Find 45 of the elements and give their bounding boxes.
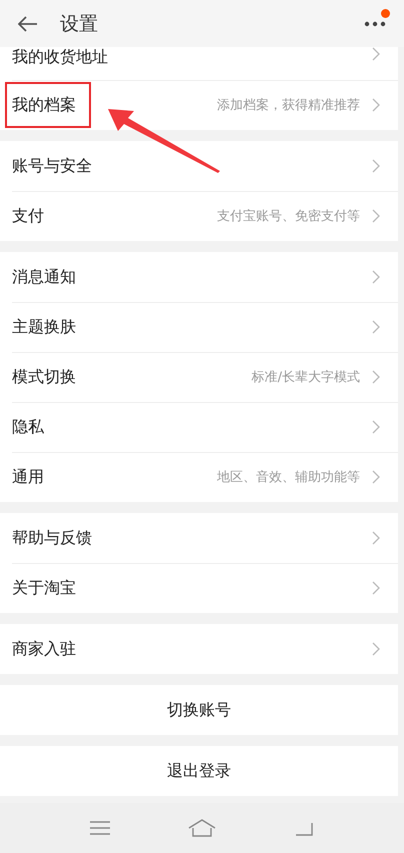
settings-row[interactable]: 帮助与反馈 xyxy=(0,513,398,563)
settings-row[interactable]: 通用 地区、音效、辅助功能等 xyxy=(0,452,398,502)
settings-row[interactable]: 关于淘宝 xyxy=(0,563,398,613)
settings-row[interactable]: 我的收货地址 xyxy=(0,47,398,80)
settings-row[interactable]: 我的档案 添加档案，获得精准推荐 xyxy=(0,80,398,130)
row-label: 关于淘宝 xyxy=(12,578,76,598)
chevron-icon xyxy=(372,581,380,595)
settings-row[interactable]: 消息通知 xyxy=(0,252,398,302)
menu-icon[interactable] xyxy=(90,821,110,835)
chevron-icon xyxy=(372,47,380,61)
chevron-icon xyxy=(372,98,380,112)
row-hint: 支付宝账号、免密支付等 xyxy=(217,208,360,225)
settings-row[interactable]: 主题换肤 xyxy=(0,302,398,352)
settings-row[interactable]: 隐私 xyxy=(0,402,398,452)
row-label: 商家入驻 xyxy=(12,638,76,660)
home-icon[interactable] xyxy=(188,819,216,837)
row-label: 帮助与反馈 xyxy=(12,528,92,548)
row-hint: 地区、音效、辅助功能等 xyxy=(217,469,360,486)
chevron-icon xyxy=(372,531,380,545)
chevron-icon xyxy=(372,642,380,656)
back-arrow-icon[interactable] xyxy=(18,16,38,32)
row-label: 消息通知 xyxy=(12,266,76,288)
chevron-icon xyxy=(372,159,380,173)
settings-row[interactable]: 支付 支付宝账号、免密支付等 xyxy=(0,191,398,241)
row-label: 我的档案 xyxy=(12,94,76,116)
row-label: 通用 xyxy=(12,466,44,488)
settings-row[interactable]: 商家入驻 xyxy=(0,624,398,674)
chevron-icon xyxy=(372,470,380,484)
row-label: 账号与安全 xyxy=(12,156,92,176)
chevron-icon xyxy=(372,270,380,284)
chevron-icon xyxy=(372,420,380,434)
row-hint: 标准/长辈大字模式 xyxy=(252,369,360,386)
chevron-icon xyxy=(372,209,380,223)
row-hint: 添加档案，获得精准推荐 xyxy=(217,97,360,114)
page-title: 设置 xyxy=(60,12,98,36)
row-label: 我的收货地址 xyxy=(12,47,108,68)
settings-row[interactable]: 账号与安全 xyxy=(0,141,398,191)
row-label: 隐私 xyxy=(12,416,44,438)
chevron-icon xyxy=(372,320,380,334)
row-label: 支付 xyxy=(12,206,44,226)
more-icon[interactable] xyxy=(364,20,386,26)
row-label: 主题换肤 xyxy=(12,316,76,338)
row-label: 模式切换 xyxy=(12,366,76,388)
settings-row[interactable]: 模式切换 标准/长辈大字模式 xyxy=(0,352,398,402)
chevron-icon xyxy=(372,370,380,384)
